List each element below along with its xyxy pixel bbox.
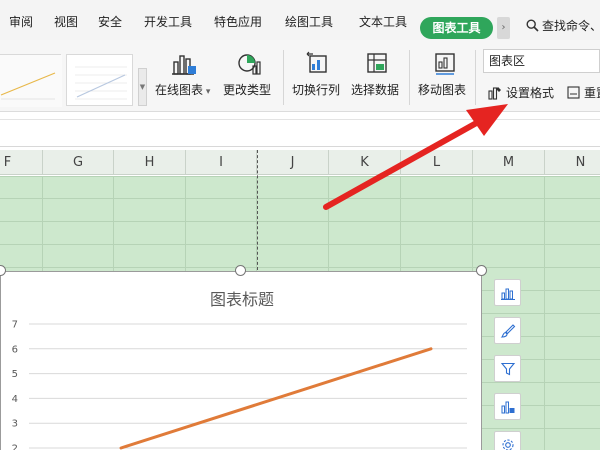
reset-style-button[interactable]: 重置 xyxy=(566,84,600,101)
column-header-i[interactable]: I xyxy=(186,150,257,175)
move-chart-label: 移动图表 xyxy=(418,83,467,97)
column-header-k[interactable]: K xyxy=(329,150,401,175)
formula-bar[interactable] xyxy=(0,119,600,147)
chart-element-select[interactable]: 图表区 xyxy=(483,49,600,73)
line-chart[interactable]: 图表标题 234567 xyxy=(0,271,482,450)
search-label: 查找命令、 xyxy=(542,19,600,33)
y-axis-tick-label: 2 xyxy=(12,444,18,450)
gear-icon xyxy=(501,438,514,450)
online-chart-icon xyxy=(172,55,196,75)
grid-line xyxy=(0,198,600,199)
reset-label: 重置 xyxy=(584,86,600,100)
chart-settings-button[interactable] xyxy=(494,431,521,450)
set-format-button[interactable]: 设置格式 xyxy=(488,84,554,101)
tab-text-tools[interactable]: 文本工具 xyxy=(359,13,407,30)
y-axis-tick-label: 6 xyxy=(12,344,18,355)
column-header-m[interactable]: M xyxy=(473,150,545,175)
chart-elements-icon xyxy=(500,288,515,300)
select-data-icon xyxy=(367,53,387,73)
y-axis-tick-label: 3 xyxy=(12,419,18,430)
brush-icon xyxy=(500,323,515,338)
y-axis-tick-label: 4 xyxy=(12,394,18,405)
switch-row-column-icon xyxy=(306,51,327,73)
style-preview-icon xyxy=(75,66,127,100)
tab-drawing-tools[interactable]: 绘图工具 xyxy=(285,13,333,30)
command-search[interactable]: 查找命令、 xyxy=(526,17,600,34)
resize-handle-top-right[interactable] xyxy=(476,265,487,276)
ribbon-separator xyxy=(475,50,476,105)
set-format-label: 设置格式 xyxy=(506,86,555,100)
online-chart-icon xyxy=(501,401,514,413)
column-header-f[interactable]: F xyxy=(0,150,43,175)
tab-chart-tools[interactable]: 图表工具 xyxy=(420,17,493,39)
online-chart-label: 在线图表 ▾ xyxy=(155,83,211,97)
y-axis-tick-label: 5 xyxy=(12,369,18,380)
column-header-row: F G H I J K L M N xyxy=(0,150,600,175)
reset-icon xyxy=(567,86,580,99)
online-chart-tool-button[interactable] xyxy=(494,393,521,420)
column-header-j[interactable]: J xyxy=(257,150,329,175)
change-type-label: 更改类型 xyxy=(223,83,272,97)
chart-elements-button[interactable] xyxy=(494,279,521,306)
tab-scroll-right-button[interactable]: › xyxy=(497,17,510,39)
page-break-line xyxy=(257,150,258,270)
chart-plot-area[interactable]: 2 3 4 5 6 7 xyxy=(1,272,483,450)
change-type-button[interactable]: 更改类型 xyxy=(222,48,278,97)
ribbon-separator xyxy=(283,50,284,105)
menu-bar: 审阅 视图 安全 开发工具 特色应用 绘图工具 文本工具 图表工具 › 查找命令… xyxy=(0,0,600,40)
grid-line xyxy=(0,244,600,245)
chart-style-thumbnail[interactable] xyxy=(66,54,133,106)
switch-row-col-button[interactable]: 切换行列 xyxy=(292,48,344,97)
tab-review[interactable]: 审阅 xyxy=(9,13,33,30)
chart-filter-button[interactable] xyxy=(494,355,521,382)
change-chart-type-icon xyxy=(238,54,261,75)
tab-special-apps[interactable]: 特色应用 xyxy=(214,13,262,30)
grid-line xyxy=(0,221,600,222)
style-preview-icon xyxy=(0,55,62,107)
select-data-label: 选择数据 xyxy=(351,83,400,97)
chart-style-button[interactable] xyxy=(494,317,521,344)
tab-developer[interactable]: 开发工具 xyxy=(144,13,192,30)
column-header-l[interactable]: L xyxy=(401,150,473,175)
resize-handle-top-center[interactable] xyxy=(235,265,246,276)
chart-style-thumbnail[interactable] xyxy=(0,54,62,107)
column-header-n[interactable]: N xyxy=(545,150,600,175)
tab-security[interactable]: 安全 xyxy=(98,13,122,30)
ribbon-toolbar: ▼ 在线图表 ▾ 更改类型 切换行列 选择数据 移动图表 图表区 设置格式 重 xyxy=(0,40,600,112)
style-gallery-scroll[interactable]: ▼ xyxy=(138,68,147,106)
tab-view[interactable]: 视图 xyxy=(54,13,78,30)
column-header-h[interactable]: H xyxy=(114,150,186,175)
move-chart-button[interactable]: 移动图表 xyxy=(418,48,470,97)
column-header-g[interactable]: G xyxy=(43,150,114,175)
select-data-button[interactable]: 选择数据 xyxy=(351,48,403,97)
format-icon xyxy=(488,87,501,100)
y-axis-tick-label: 7 xyxy=(12,320,18,331)
grid-line xyxy=(0,176,600,177)
grid-line xyxy=(0,267,600,268)
move-chart-icon xyxy=(435,53,455,75)
switch-row-col-label: 切换行列 xyxy=(292,83,341,97)
filter-icon xyxy=(500,362,515,375)
online-chart-button[interactable]: 在线图表 ▾ xyxy=(155,48,211,97)
ribbon-separator xyxy=(409,50,410,105)
search-icon xyxy=(526,19,539,32)
